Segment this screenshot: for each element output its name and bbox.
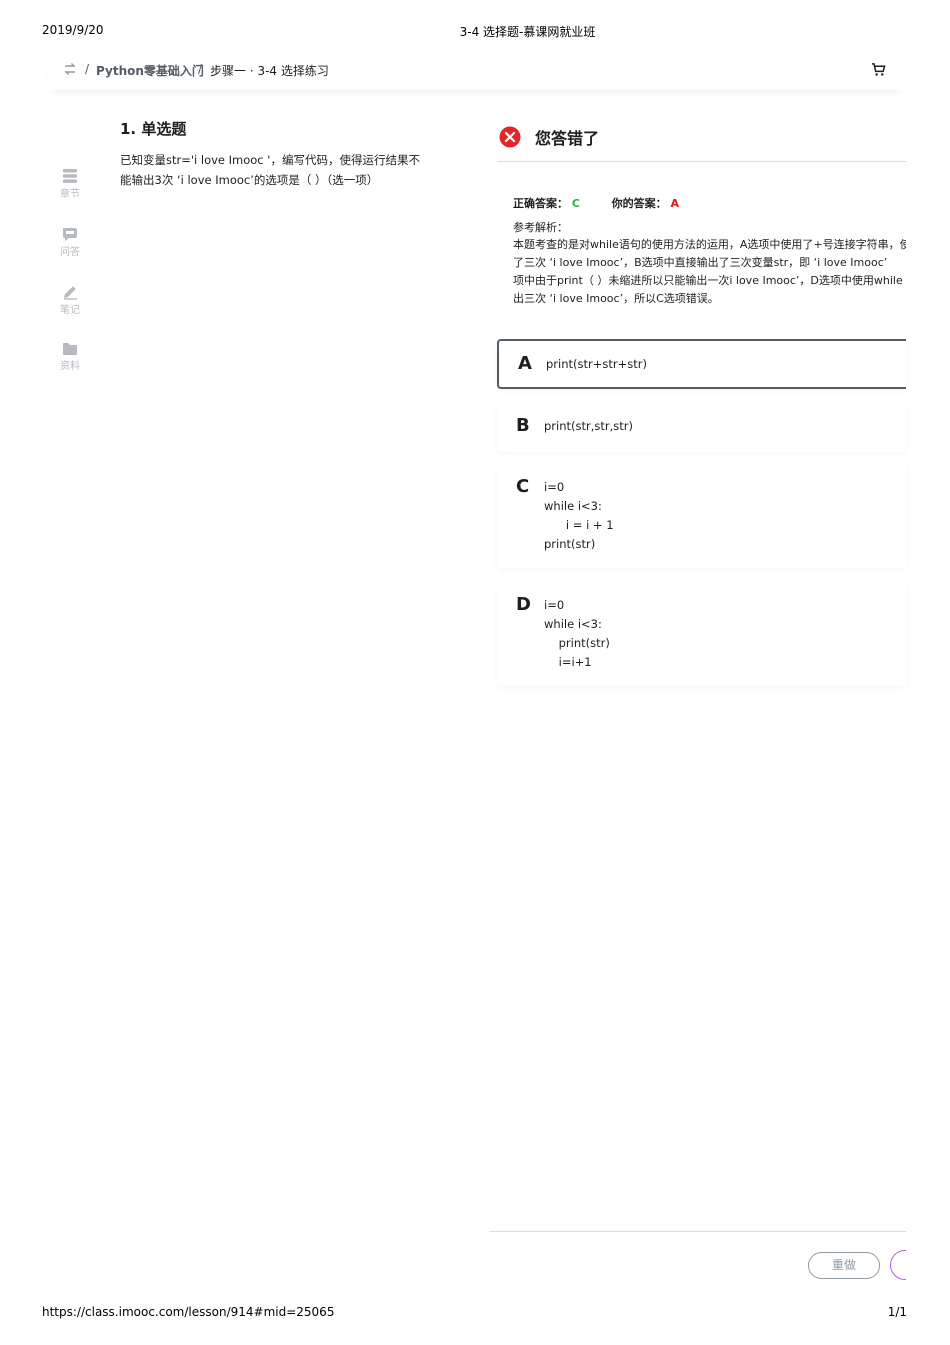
divider <box>489 1231 906 1232</box>
option-letter: A <box>518 353 532 374</box>
breadcrumb-separator: / <box>198 62 203 76</box>
print-page-number: 1/1 <box>887 1305 907 1319</box>
sidebar-item-notes[interactable]: 笔记 <box>52 284 88 316</box>
breadcrumb-separator: / <box>85 62 90 76</box>
option-text: print(str+str+str) <box>546 357 647 371</box>
option-d[interactable]: D i=0 while i<3: print(str) i=i+1 <box>497 582 906 686</box>
option-text: i=0 while i<3: i = i + 1 print(str) <box>544 480 614 551</box>
correct-answer-label: 正确答案： <box>513 197 568 210</box>
folder-icon <box>63 343 77 355</box>
analysis-label: 参考解析： <box>513 221 568 234</box>
analysis-line: 项中由于print（ ）未缩进所以只能输出一次i love Imooc’，D选项… <box>513 274 903 287</box>
breadcrumb-lesson: 步骤一 · 3-4 选择练习 <box>210 64 329 78</box>
option-letter: C <box>516 476 530 497</box>
option-text: print(str,str,str) <box>544 419 633 433</box>
sidebar-item-qa[interactable]: 问答 <box>52 226 88 258</box>
divider <box>497 161 906 162</box>
breadcrumb-course[interactable]: Python零基础入门 <box>96 62 204 79</box>
print-title: 3-4 选择题-慕课网就业班 <box>459 25 596 39</box>
option-b[interactable]: B print(str,str,str) <box>497 402 906 452</box>
pencil-icon <box>64 286 77 300</box>
option-a[interactable]: A print(str+str+str) <box>497 339 906 389</box>
analysis-text: 本题考查的是对while语句的使用方法的运用，A选项中使用了+号连接字符串，使 … <box>513 236 906 308</box>
your-answer-value: A <box>670 197 679 210</box>
next-button[interactable] <box>890 1250 906 1280</box>
redo-button[interactable]: 重做 <box>808 1252 880 1279</box>
question-title: 1. 单选题 <box>120 120 187 138</box>
sidebar-item-label: 章节 <box>60 189 80 200</box>
result-status: 您答错了 <box>535 129 600 148</box>
analysis-line: 了三次 ‘i love Imooc’，B选项中直接输出了三次变量str，即 ‘i… <box>513 256 888 269</box>
answer-row: 正确答案： C 你的答案： A <box>513 195 679 211</box>
sidebar-item-label: 笔记 <box>60 305 80 316</box>
correct-answer-value: C <box>571 197 580 210</box>
question-text: 已知变量str='i love Imooc '，编写代码，使得运行结果不能输出3… <box>120 153 420 187</box>
sidebar-item-label: 问答 <box>60 247 80 258</box>
option-letter: B <box>516 415 530 436</box>
print-url: https://class.imooc.com/lesson/914#mid=2… <box>42 1305 335 1319</box>
sidebar-item-label: 资料 <box>60 361 80 372</box>
analysis-line: 出三次 ‘i love Imooc’，所以C选项错误。 <box>513 292 719 305</box>
analysis-line: 本题考查的是对while语句的使用方法的运用，A选项中使用了+号连接字符串，使 <box>513 238 906 251</box>
chapter-icon <box>63 169 77 183</box>
switch-icon[interactable] <box>63 62 77 76</box>
option-c[interactable]: C i=0 while i<3: i = i + 1 print(str) <box>497 464 906 568</box>
sidebar-item-materials[interactable]: 资料 <box>52 342 88 372</box>
wrong-icon <box>499 126 521 148</box>
option-text: i=0 while i<3: print(str) i=i+1 <box>544 598 610 669</box>
sidebar-item-chapters[interactable]: 章节 <box>52 168 88 200</box>
option-letter: D <box>516 594 531 615</box>
qa-icon <box>63 228 77 241</box>
cart-icon[interactable] <box>871 62 886 77</box>
your-answer-label: 你的答案： <box>611 197 667 210</box>
